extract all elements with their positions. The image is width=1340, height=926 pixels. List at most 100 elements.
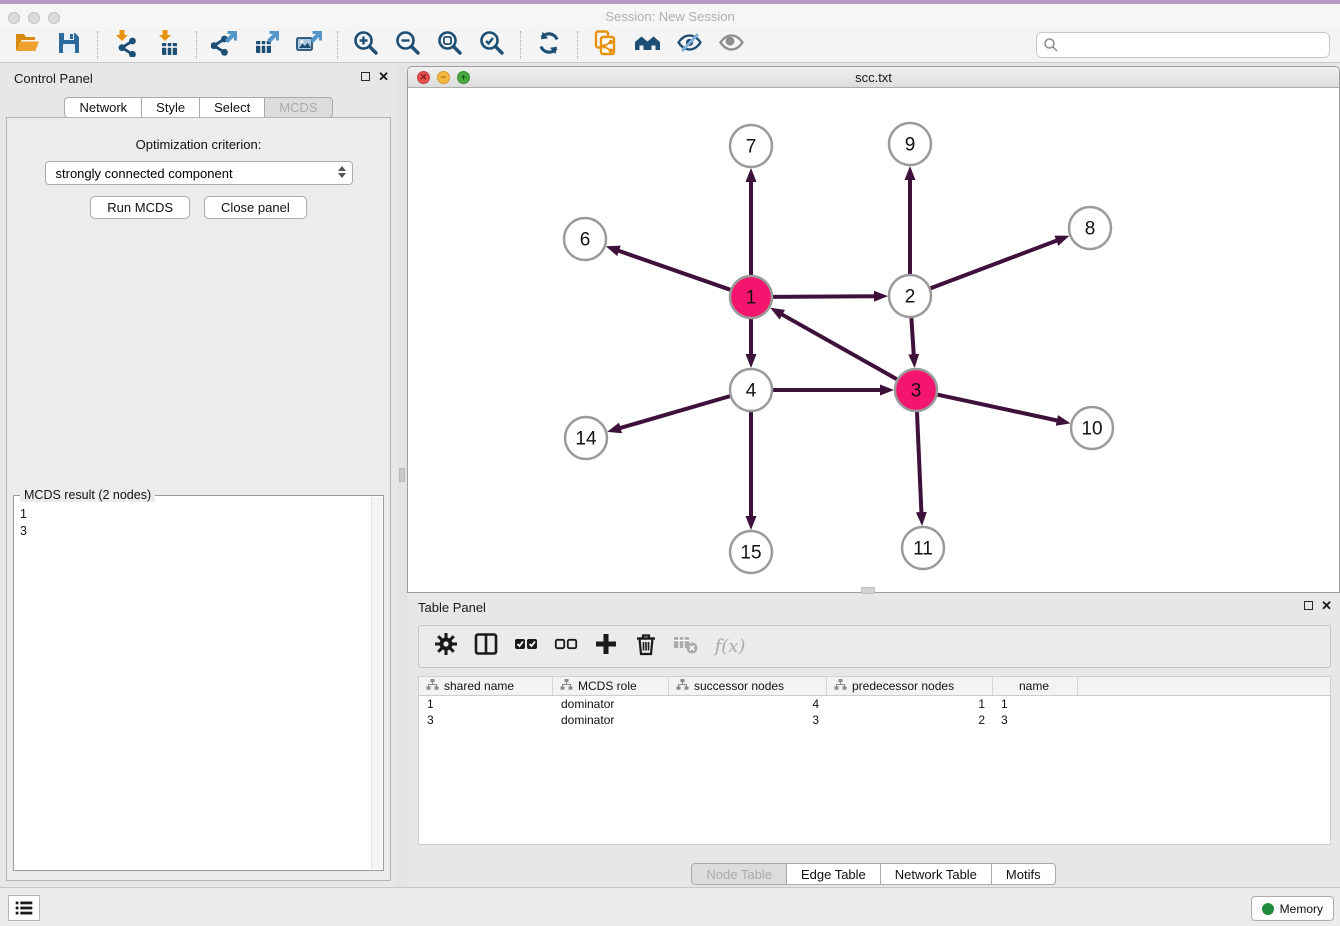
- export-network-button[interactable]: [204, 29, 246, 61]
- close-panel-icon[interactable]: ✕: [378, 71, 389, 82]
- table-row[interactable]: 1dominator411: [419, 696, 1330, 712]
- column-header-name[interactable]: name: [993, 677, 1078, 695]
- export-table-icon: [253, 29, 281, 62]
- graph-node-6[interactable]: 6: [564, 218, 606, 260]
- network-canvas[interactable]: 7 9 6 8 1 2 4 3 14 10 15 11: [408, 88, 1339, 592]
- tab-style[interactable]: Style: [142, 97, 200, 118]
- cell-successor-nodes[interactable]: 3: [669, 713, 827, 727]
- zoom-in-button[interactable]: [345, 29, 387, 61]
- open-session-icon: [13, 29, 41, 62]
- column-header-successor-nodes[interactable]: successor nodes: [669, 677, 827, 695]
- hide-selected-button[interactable]: [669, 29, 711, 61]
- node-label-8: 8: [1085, 219, 1096, 240]
- show-all-button[interactable]: [711, 29, 753, 61]
- tab-node-table[interactable]: Node Table: [691, 863, 787, 885]
- home-view-button[interactable]: [627, 29, 669, 61]
- split-view-button[interactable]: [473, 634, 499, 660]
- export-image-icon: [295, 29, 323, 62]
- table-row[interactable]: 3dominator323: [419, 712, 1330, 728]
- run-mcds-button[interactable]: Run MCDS: [90, 196, 190, 219]
- tab-select[interactable]: Select: [200, 97, 265, 118]
- cell-name[interactable]: 3: [993, 713, 1078, 727]
- select-all-button[interactable]: [513, 634, 539, 660]
- float-panel-icon[interactable]: [361, 72, 370, 81]
- status-bar: Memory: [0, 887, 1340, 926]
- cell-predecessor-nodes[interactable]: 1: [827, 697, 993, 711]
- zoom-fit-button[interactable]: [429, 29, 471, 61]
- export-network-icon: [211, 29, 239, 62]
- search-input[interactable]: [1036, 32, 1330, 58]
- tab-network-table[interactable]: Network Table: [881, 863, 992, 885]
- export-image-button[interactable]: [288, 29, 330, 61]
- column-header-predecessor-nodes[interactable]: predecessor nodes: [827, 677, 993, 695]
- graph-node-15[interactable]: 15: [730, 531, 772, 573]
- column-header-shared-name[interactable]: shared name: [419, 677, 553, 695]
- zoom-out-button[interactable]: [387, 29, 429, 61]
- graph-node-9[interactable]: 9: [889, 123, 931, 165]
- result-scrollbar[interactable]: [371, 497, 382, 869]
- graph-node-14[interactable]: 14: [565, 417, 607, 459]
- horizontal-splitter-handle[interactable]: [861, 587, 875, 594]
- criterion-dropdown[interactable]: strongly connected component: [45, 161, 353, 185]
- vertical-splitter[interactable]: [397, 66, 407, 887]
- task-history-button[interactable]: [8, 895, 40, 921]
- graph-node-11[interactable]: 11: [902, 527, 944, 569]
- graph-node-10[interactable]: 10: [1071, 407, 1113, 449]
- tab-motifs[interactable]: Motifs: [992, 863, 1056, 885]
- memory-button[interactable]: Memory: [1251, 896, 1334, 921]
- zoom-selected-button[interactable]: [471, 29, 513, 61]
- graph-node-2[interactable]: 2: [889, 275, 931, 317]
- mcds-result-text[interactable]: 1 3: [16, 504, 369, 868]
- column-header-MCDS-role[interactable]: MCDS role: [553, 677, 669, 695]
- edge-3-11[interactable]: [917, 411, 922, 513]
- toolbar-separator: [97, 31, 98, 59]
- network-view-window: ✕ − + scc.txt 7 9 6 8 1 2 4 3 14 10 15 11: [407, 66, 1340, 593]
- edge-2-8[interactable]: [930, 240, 1058, 288]
- node-label-6: 6: [580, 230, 591, 251]
- close-panel-button[interactable]: Close panel: [204, 196, 307, 219]
- export-table-button[interactable]: [246, 29, 288, 61]
- tab-mcds[interactable]: MCDS: [265, 97, 332, 118]
- cell-shared-name[interactable]: 1: [419, 697, 553, 711]
- graph-node-1[interactable]: 1: [730, 276, 772, 318]
- edge-2-3[interactable]: [911, 317, 913, 355]
- delete-column-button[interactable]: [633, 634, 659, 660]
- refresh-view-button[interactable]: [528, 29, 570, 61]
- node-label-9: 9: [905, 135, 916, 156]
- session-title: Session: New Session: [0, 9, 1340, 24]
- open-session-button[interactable]: [6, 29, 48, 61]
- cell-predecessor-nodes[interactable]: 2: [827, 713, 993, 727]
- import-table-button[interactable]: [147, 29, 189, 61]
- import-network-button[interactable]: [105, 29, 147, 61]
- graph-node-7[interactable]: 7: [730, 125, 772, 167]
- graph-node-3[interactable]: 3: [895, 369, 937, 411]
- edge-3-1[interactable]: [781, 314, 897, 380]
- clone-network-button[interactable]: [585, 29, 627, 61]
- network-file-title: scc.txt: [408, 70, 1339, 85]
- edge-1-2[interactable]: [772, 296, 875, 297]
- tab-edge-table[interactable]: Edge Table: [787, 863, 881, 885]
- float-table-panel-icon[interactable]: [1304, 601, 1313, 610]
- add-column-button[interactable]: [593, 634, 619, 660]
- edge-4-14[interactable]: [620, 396, 731, 428]
- cell-MCDS-role[interactable]: dominator: [553, 713, 669, 727]
- close-table-panel-icon[interactable]: ✕: [1321, 600, 1332, 611]
- tab-network[interactable]: Network: [64, 97, 142, 118]
- control-panel: Control Panel ✕ NetworkStyleSelectMCDS O…: [0, 66, 397, 887]
- cell-MCDS-role[interactable]: dominator: [553, 697, 669, 711]
- edge-3-10[interactable]: [937, 394, 1058, 420]
- network-window-titlebar[interactable]: ✕ − + scc.txt: [408, 67, 1339, 88]
- deselect-all-button[interactable]: [553, 634, 579, 660]
- node-label-14: 14: [575, 429, 597, 450]
- table-options-gear-button[interactable]: [433, 634, 459, 660]
- toolbar-separator: [337, 31, 338, 59]
- splitter-handle[interactable]: [399, 468, 405, 482]
- cell-shared-name[interactable]: 3: [419, 713, 553, 727]
- save-session-button[interactable]: [48, 29, 90, 61]
- graph-node-8[interactable]: 8: [1069, 207, 1111, 249]
- cell-name[interactable]: 1: [993, 697, 1078, 711]
- cell-successor-nodes[interactable]: 4: [669, 697, 827, 711]
- edge-1-6[interactable]: [618, 251, 731, 291]
- home-view-icon: [634, 29, 662, 62]
- graph-node-4[interactable]: 4: [730, 369, 772, 411]
